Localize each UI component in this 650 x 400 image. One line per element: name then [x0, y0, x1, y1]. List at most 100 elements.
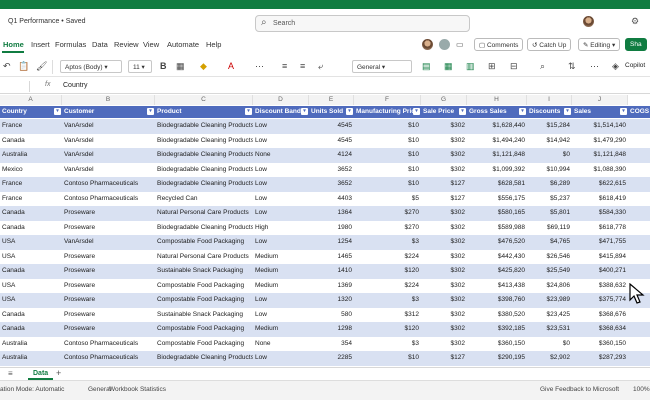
table-cell[interactable]: USA [0, 250, 62, 265]
table-cell[interactable]: $1,099,392 [467, 163, 527, 178]
table-cell[interactable]: $25,549 [527, 264, 572, 279]
table-cell[interactable]: $413,438 [467, 279, 527, 294]
table-cell[interactable]: $302 [421, 235, 467, 250]
table-cell[interactable]: $127 [421, 351, 467, 366]
number-format-select[interactable]: General ▾ [352, 60, 412, 73]
table-row[interactable]: France Contoso Pharmaceuticals Biodegradab… [0, 177, 650, 192]
column-letter[interactable]: F [354, 95, 421, 105]
table-cell[interactable]: $312 [354, 308, 421, 323]
table-cell[interactable]: Canada [0, 206, 62, 221]
collaborator-avatar[interactable] [421, 38, 434, 51]
table-cell[interactable]: Canada [0, 134, 62, 149]
table-cell[interactable]: 1980 [309, 221, 354, 236]
table-cell[interactable]: Low [253, 293, 309, 308]
table-cell[interactable]: $580,165 [467, 206, 527, 221]
table-cell[interactable]: Compostable Food Packaging [155, 322, 253, 337]
table-cell[interactable]: $10 [354, 148, 421, 163]
feedback-link[interactable]: Give Feedback to Microsoft [540, 386, 619, 393]
table-cell[interactable]: Natural Personal Care Products [155, 206, 253, 221]
format-painter-icon[interactable]: 🖌 [36, 61, 47, 72]
formula-input[interactable]: Country [63, 82, 88, 89]
table-row[interactable]: USA Proseware Compostable Food Packaging Me… [0, 279, 650, 294]
table-cell[interactable]: Contoso Pharmaceuticals [62, 177, 155, 192]
table-cell[interactable]: USA [0, 293, 62, 308]
table-row[interactable]: USA Proseware Natural Personal Care Produc… [0, 250, 650, 265]
borders-icon[interactable]: ▦ [176, 61, 185, 72]
filter-dropdown-icon[interactable]: ▾ [459, 108, 466, 115]
header-cell[interactable]: Country ▾ [0, 106, 62, 118]
header-cell[interactable]: Sale Price ▾ [421, 106, 467, 118]
table-cell[interactable]: Recycled Can [155, 192, 253, 207]
tab-help[interactable]: Help [206, 40, 221, 49]
table-cell[interactable]: Biodegradable Cleaning Products [155, 177, 253, 192]
header-cell[interactable]: Units Sold ▾ [309, 106, 354, 118]
table-cell[interactable]: Australia [0, 351, 62, 366]
zoom-level[interactable]: 100% [633, 386, 650, 393]
table-cell[interactable]: $3 [354, 235, 421, 250]
sheet-list-icon[interactable]: ≡ [8, 369, 13, 378]
table-row[interactable]: Australia Contoso Pharmaceuticals Biodegra… [0, 351, 650, 366]
table-cell[interactable]: $1,514,140 [572, 119, 628, 134]
table-cell[interactable]: 4545 [309, 134, 354, 149]
table-cell[interactable]: $589,988 [467, 221, 527, 236]
name-box[interactable] [0, 81, 30, 92]
table-cell[interactable]: $69,119 [527, 221, 572, 236]
table-cell[interactable]: VanArsdel [62, 148, 155, 163]
table-cell[interactable]: Biodegradable Cleaning Products [155, 148, 253, 163]
table-cell[interactable]: $224 [354, 250, 421, 265]
table-row[interactable]: Australia VanArsdel Biodegradable Cleaning… [0, 148, 650, 163]
table-cell[interactable]: $398,760 [467, 293, 527, 308]
copilot-icon[interactable]: ◈ [612, 61, 619, 72]
column-letter[interactable]: B [62, 95, 155, 105]
header-cell[interactable]: Customer ▾ [62, 106, 155, 118]
table-cell[interactable]: $5 [354, 192, 421, 207]
sheet-tab-data[interactable]: Data [28, 368, 54, 380]
header-cell[interactable]: Discount Band ▾ [253, 106, 309, 118]
table-cell[interactable]: France [0, 119, 62, 134]
table-cell[interactable]: $622,615 [572, 177, 628, 192]
filter-dropdown-icon[interactable]: ▾ [519, 108, 526, 115]
table-cell[interactable]: $302 [421, 250, 467, 265]
table-cell[interactable]: Biodegradable Cleaning Products [155, 351, 253, 366]
filter-dropdown-icon[interactable]: ▾ [147, 108, 154, 115]
table-cell[interactable]: $392,185 [467, 322, 527, 337]
table-cell[interactable]: Low [253, 177, 309, 192]
table-cell[interactable]: $302 [421, 221, 467, 236]
catch-up-button[interactable]: ↺ Catch Up [527, 38, 572, 51]
table-cell[interactable]: $0 [527, 148, 572, 163]
table-cell[interactable]: 1320 [309, 293, 354, 308]
table-cell[interactable]: 3652 [309, 177, 354, 192]
table-cell[interactable]: $618,419 [572, 192, 628, 207]
table-cell[interactable]: Low [253, 308, 309, 323]
column-letter[interactable]: C [155, 95, 253, 105]
sort-filter-icon[interactable]: ⇅ [568, 61, 576, 72]
table-cell[interactable]: Proseware [62, 279, 155, 294]
table-row[interactable]: Mexico VanArsdel Biodegradable Cleaning Pr… [0, 163, 650, 178]
workbook-title[interactable]: Q1 Performance • Saved [8, 18, 86, 25]
table-row[interactable]: France VanArsdel Biodegradable Cleaning Pr… [0, 119, 650, 134]
table-cell[interactable]: $628,581 [467, 177, 527, 192]
table-cell[interactable]: Canada [0, 322, 62, 337]
table-cell[interactable]: Low [253, 163, 309, 178]
table-cell[interactable]: $1,628,440 [467, 119, 527, 134]
table-cell[interactable]: 1364 [309, 206, 354, 221]
table-cell[interactable]: $476,520 [467, 235, 527, 250]
table-cell[interactable]: $360,150 [572, 337, 628, 352]
table-cell[interactable]: $10 [354, 177, 421, 192]
table-cell[interactable]: None [253, 337, 309, 352]
table-cell[interactable]: Low [253, 192, 309, 207]
table-cell[interactable]: $10 [354, 351, 421, 366]
font-color-icon[interactable]: A [228, 61, 234, 71]
cell-styles-icon[interactable]: ▥ [466, 61, 475, 72]
comments-button[interactable]: ▢ Comments [474, 38, 524, 51]
table-cell[interactable]: 4545 [309, 119, 354, 134]
table-cell[interactable]: $127 [421, 192, 467, 207]
table-cell[interactable]: $302 [421, 293, 467, 308]
table-cell[interactable]: $556,175 [467, 192, 527, 207]
table-cell[interactable]: $23,989 [527, 293, 572, 308]
share-button[interactable]: Sha [625, 38, 647, 51]
table-row[interactable]: France Contoso Pharmaceuticals Recycled Ca… [0, 192, 650, 207]
delete-cells-icon[interactable]: ⊟ [510, 61, 518, 72]
table-cell[interactable]: Compostable Food Packaging [155, 337, 253, 352]
table-cell[interactable]: $120 [354, 322, 421, 337]
